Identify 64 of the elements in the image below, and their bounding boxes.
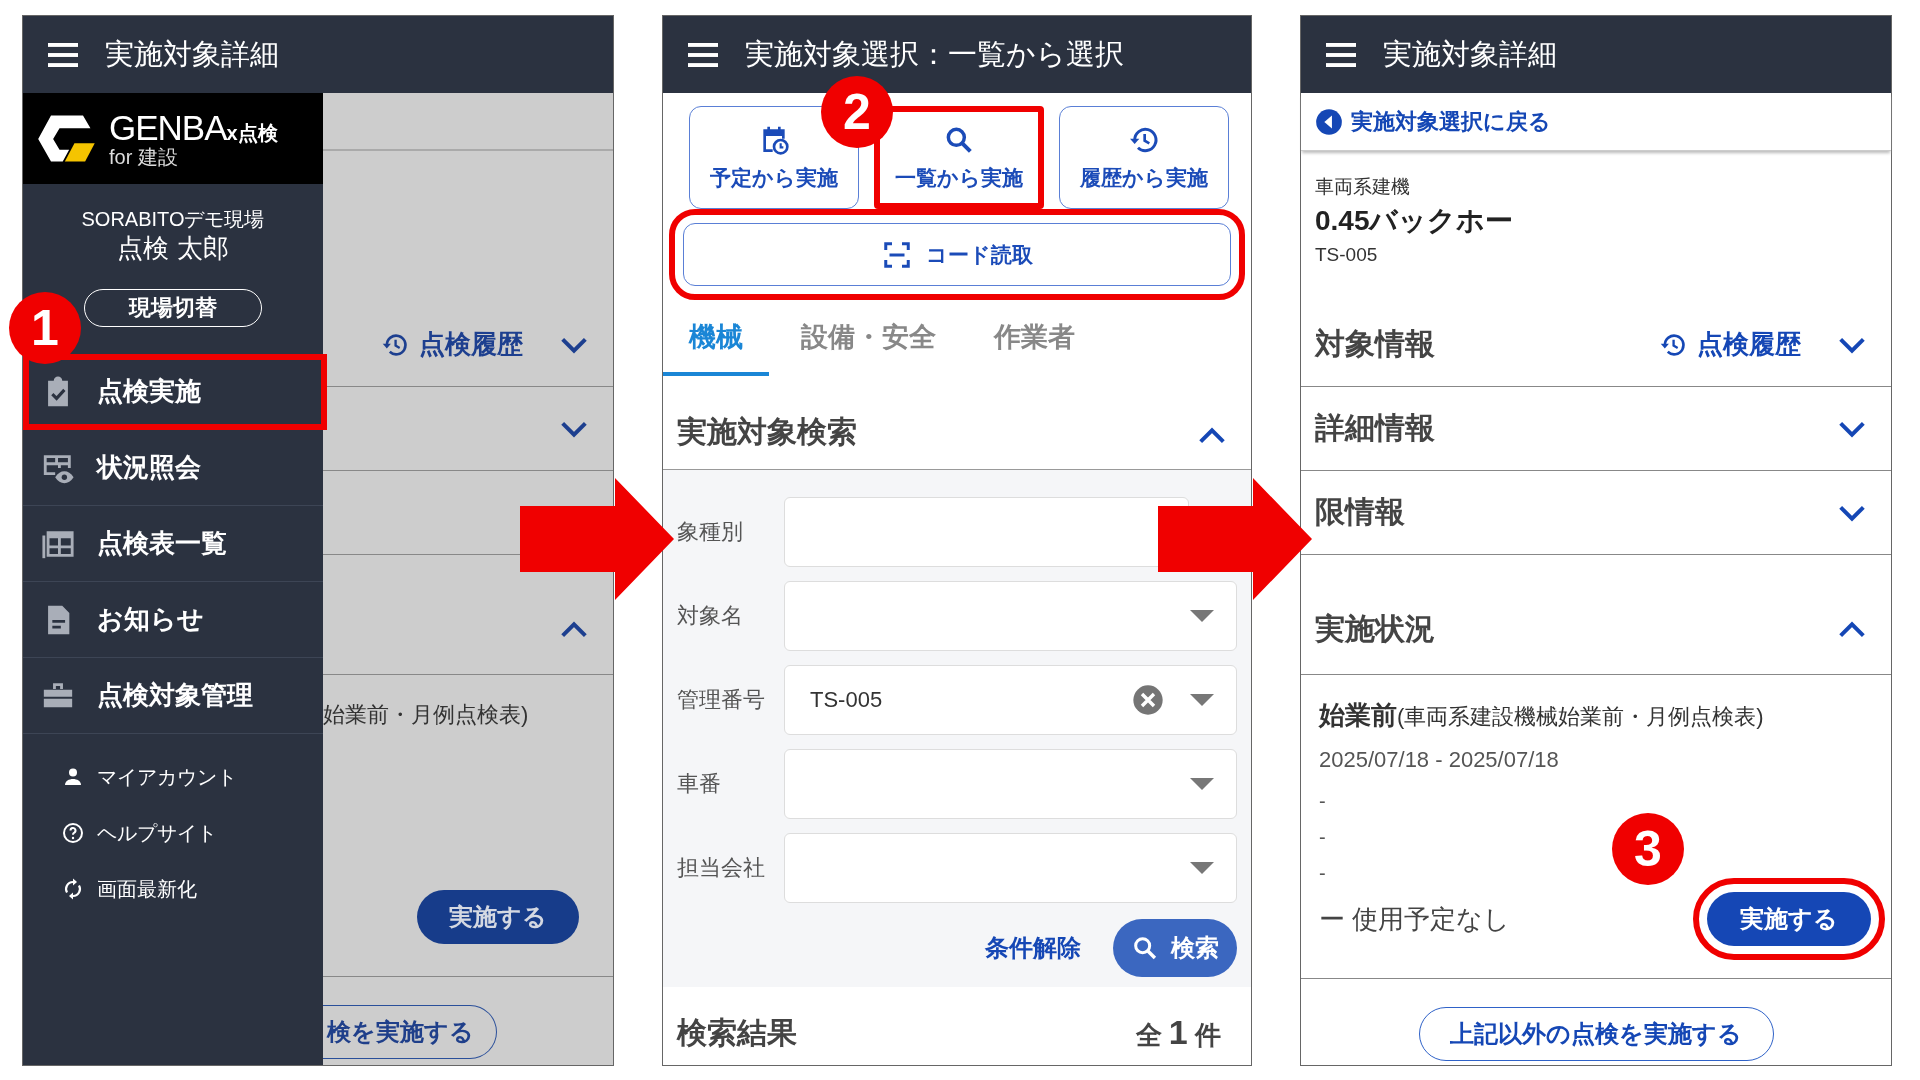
field-label: 象種別 [677, 518, 744, 546]
menu-item[interactable]: 点検表一覧 [23, 506, 323, 582]
help-icon [61, 821, 85, 845]
back-icon [1315, 107, 1343, 136]
select-field[interactable] [784, 581, 1237, 651]
field-label: 対象名 [677, 602, 744, 630]
logo-subtext: for 建設 [109, 147, 179, 167]
section-title: 検索結果 [677, 1014, 797, 1051]
menu-item[interactable]: 点検対象管理 [23, 658, 323, 734]
run-button[interactable]: 実施する [417, 890, 579, 944]
period-text: 2025/07/18 - 2025/07/18 [1319, 746, 1560, 774]
caret-down-icon [1190, 694, 1214, 706]
history-link[interactable]: 点検履歴 [381, 327, 523, 362]
usage-text: ー 使用予定なし [1319, 902, 1511, 936]
back-link[interactable]: 実施対象選択に戻る [1315, 106, 1551, 137]
clear-conditions-link[interactable]: 条件解除 [985, 932, 1081, 964]
scan-icon [881, 239, 912, 270]
site-name: SORABITOデモ現場 [80, 207, 266, 231]
select-field[interactable]: TS-005 [784, 665, 1237, 735]
drawer-link[interactable]: 画面最新化 [23, 861, 323, 917]
tab[interactable]: 機械 [663, 301, 769, 376]
machine-name: 0.45バックホー [1315, 204, 1515, 238]
select-field[interactable] [784, 497, 1189, 567]
menu-item[interactable]: 状況照会 [23, 430, 323, 506]
select-field[interactable] [784, 749, 1237, 819]
detail-line: - [1319, 825, 1326, 850]
logo-text: GENBA [109, 110, 227, 145]
screen-title: 実施対象詳細 [105, 36, 279, 72]
field-label: 管理番号 [677, 686, 766, 714]
inspection-title: 始業前・月例点検表) [323, 701, 530, 729]
search-icon [1131, 934, 1159, 962]
section-title: 実施状況 [1315, 611, 1435, 647]
section-title: 対象情報 [1315, 326, 1435, 362]
logo-text: x点検 [226, 123, 278, 143]
category-text: 車両系建機 [1315, 175, 1411, 199]
drawer-link[interactable]: マイアカウント [23, 749, 323, 805]
screen-title: 実施対象選択：一覧から選択 [745, 36, 1124, 72]
field-label: 担当会社 [677, 854, 766, 882]
drawer-link[interactable]: ヘルプサイト [23, 805, 323, 861]
tab[interactable]: 作業者 [968, 301, 1101, 376]
select-field[interactable] [784, 833, 1237, 903]
inspection-title: 始業前(車両系建設機械始業前・月例点検表) [1319, 699, 1765, 732]
field-label: 車番 [677, 770, 722, 798]
machine-code: TS-005 [1315, 243, 1379, 267]
clear-icon[interactable] [1132, 684, 1164, 716]
section-title: 限情報 [1315, 494, 1405, 530]
mode-button[interactable]: 履歴から実施 [1059, 106, 1229, 209]
caret-down-icon [1190, 610, 1214, 622]
step-badge: 3 [1612, 813, 1684, 885]
search-button[interactable]: 検索 [1113, 919, 1237, 977]
result-count: 全 1 件 [1135, 1013, 1221, 1053]
step-badge: 2 [821, 76, 893, 148]
detail-line: - [1319, 861, 1326, 886]
detail-line: - [1319, 789, 1326, 814]
menu-item[interactable]: お知らせ [23, 582, 323, 658]
section-title: 詳細情報 [1315, 410, 1435, 446]
user-name: 点検 太郎 [116, 232, 230, 265]
screen-title: 実施対象詳細 [1383, 36, 1557, 72]
caret-down-icon [1190, 778, 1214, 790]
history-link[interactable]: 点検履歴 [1659, 327, 1801, 362]
section-title: 実施対象検索 [677, 414, 857, 450]
tab[interactable]: 設備・安全 [775, 301, 962, 376]
menu-item[interactable]: 点検実施 [23, 354, 327, 430]
caret-down-icon [1190, 862, 1214, 874]
